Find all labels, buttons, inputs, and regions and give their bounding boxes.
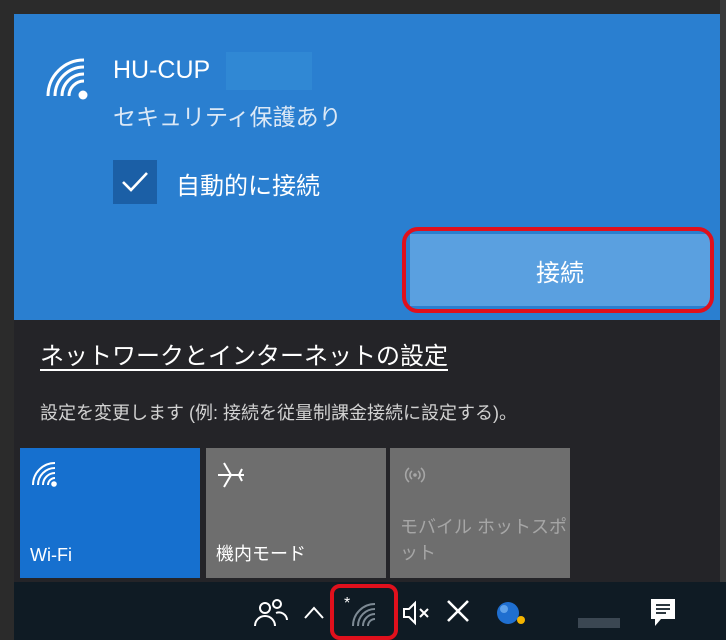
desktop-edge-top <box>14 0 726 14</box>
network-settings-description: 設定を変更します (例: 接続を従量制課金接続に設定する)。 <box>40 403 517 423</box>
wifi-icon <box>32 462 57 487</box>
quick-action-label: モバイル ホットスポット <box>400 517 568 563</box>
desktop-edge <box>0 0 14 640</box>
app-icon[interactable] <box>494 598 532 628</box>
network-ssid: HU-CUP <box>113 56 211 84</box>
airplane-icon <box>218 462 244 488</box>
quick-action-label: Wi-Fi <box>30 545 72 565</box>
network-settings-link[interactable]: ネットワークとインターネットの設定 <box>40 336 448 371</box>
auto-connect-checkbox[interactable] <box>113 160 157 204</box>
notification-icon[interactable] <box>648 596 678 628</box>
volume-muted-icon[interactable] <box>402 597 434 629</box>
auto-connect-label[interactable]: 自動的に接続 <box>176 166 320 201</box>
ssid-redaction <box>226 52 312 90</box>
network-security-status: セキュリティ保護あり <box>113 104 342 130</box>
hotspot-icon <box>404 467 426 483</box>
wifi-secured-icon <box>46 58 88 100</box>
svg-text:*: * <box>344 595 350 612</box>
quick-action-mobile-hotspot[interactable]: モバイル ホットスポット <box>390 448 570 578</box>
chevron-up-icon[interactable] <box>303 604 325 620</box>
people-icon[interactable] <box>253 596 289 628</box>
checkmark-icon <box>122 172 148 192</box>
quick-action-label: 機内モード <box>216 544 306 564</box>
quick-action-airplane-mode[interactable]: 機内モード <box>206 448 386 578</box>
connect-button[interactable]: 接続 <box>410 234 710 306</box>
wifi-tray-icon[interactable]: * <box>342 594 382 628</box>
quick-action-wifi[interactable]: Wi-Fi <box>20 448 200 578</box>
close-icon[interactable] <box>445 598 471 624</box>
desktop-edge-right <box>720 0 726 640</box>
tray-redaction <box>578 618 620 628</box>
